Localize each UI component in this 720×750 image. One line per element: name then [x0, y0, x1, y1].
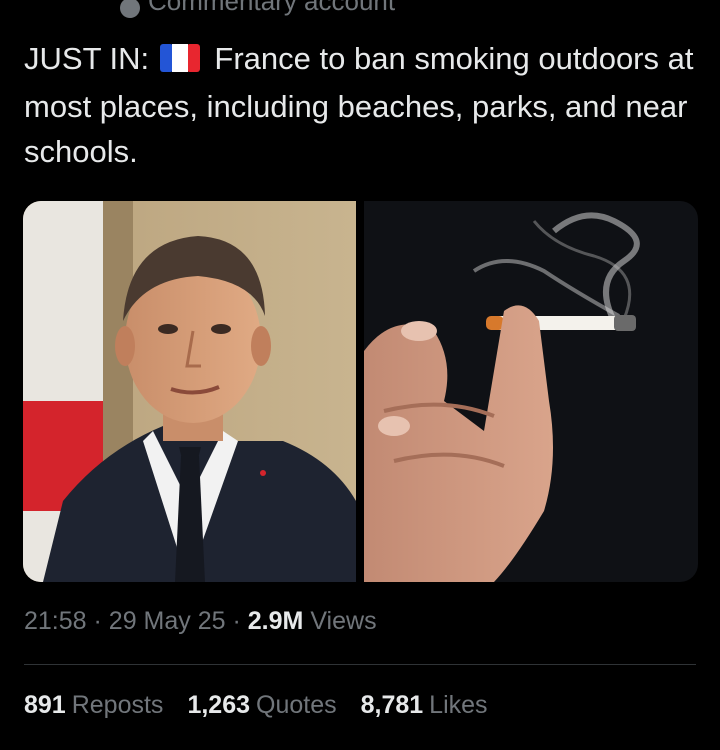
likes-stat[interactable]: 8,781 Likes — [361, 691, 488, 720]
views-label: Views — [310, 607, 377, 635]
tweet-media[interactable] — [23, 201, 698, 582]
tweet-time[interactable]: 21:58 — [24, 607, 87, 635]
likes-label: Likes — [429, 691, 488, 719]
photo-man-in-suit[interactable] — [23, 201, 356, 582]
engagement-stats: 891 Reposts 1,263 Quotes 8,781 Likes — [24, 691, 488, 720]
tweet-text: JUST IN: France to ban smoking outdoors … — [24, 36, 694, 174]
info-icon — [120, 0, 140, 18]
reposts-label: Reposts — [71, 691, 164, 719]
separator: · — [232, 607, 241, 635]
quotes-stat[interactable]: 1,263 Quotes — [187, 691, 336, 720]
account-label: Commentary account — [120, 0, 395, 18]
tweet-date[interactable]: 29 May 25 — [109, 607, 226, 635]
france-flag-icon — [159, 39, 200, 84]
reposts-count: 891 — [24, 691, 66, 719]
divider — [24, 664, 696, 665]
reposts-stat[interactable]: 891 Reposts — [24, 691, 163, 720]
tweet-prefix: JUST IN: — [24, 41, 150, 76]
tweet-meta: 21:58 · 29 May 25 · 2.9M Views — [24, 607, 377, 636]
quotes-label: Quotes — [256, 691, 337, 719]
separator: · — [93, 607, 102, 635]
account-label-text: Commentary account — [148, 0, 396, 16]
quotes-count: 1,263 — [187, 691, 250, 719]
photo-hand-holding-cigarette[interactable] — [364, 201, 698, 582]
likes-count: 8,781 — [360, 691, 424, 719]
views-count: 2.9M — [247, 607, 304, 635]
